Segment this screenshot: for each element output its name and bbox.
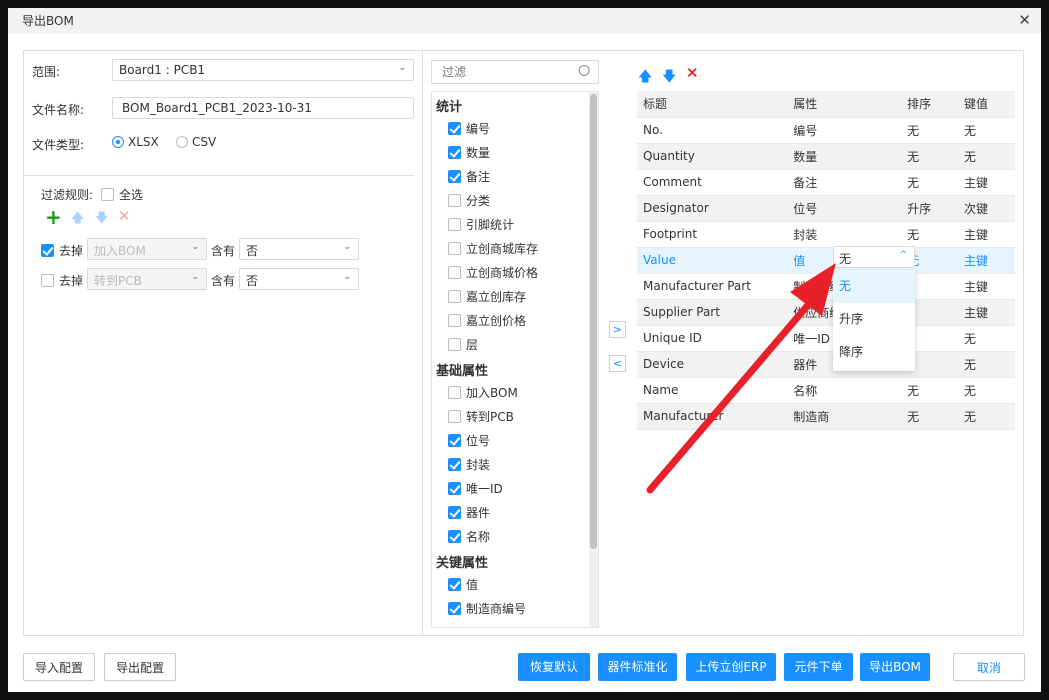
cancel-button[interactable]: 取消 (953, 653, 1025, 681)
import-config-button[interactable]: 导入配置 (23, 653, 95, 681)
export-config-button[interactable]: 导出配置 (104, 653, 176, 681)
annotation-arrow (646, 263, 836, 494)
order-button[interactable]: 元件下单 (784, 653, 853, 681)
upload-erp-button[interactable]: 上传立创ERP (686, 653, 776, 681)
standardize-button[interactable]: 器件标准化 (598, 653, 677, 681)
export-bom-button[interactable]: 导出BOM (860, 653, 930, 681)
restore-default-button[interactable]: 恢复默认 (518, 653, 590, 681)
